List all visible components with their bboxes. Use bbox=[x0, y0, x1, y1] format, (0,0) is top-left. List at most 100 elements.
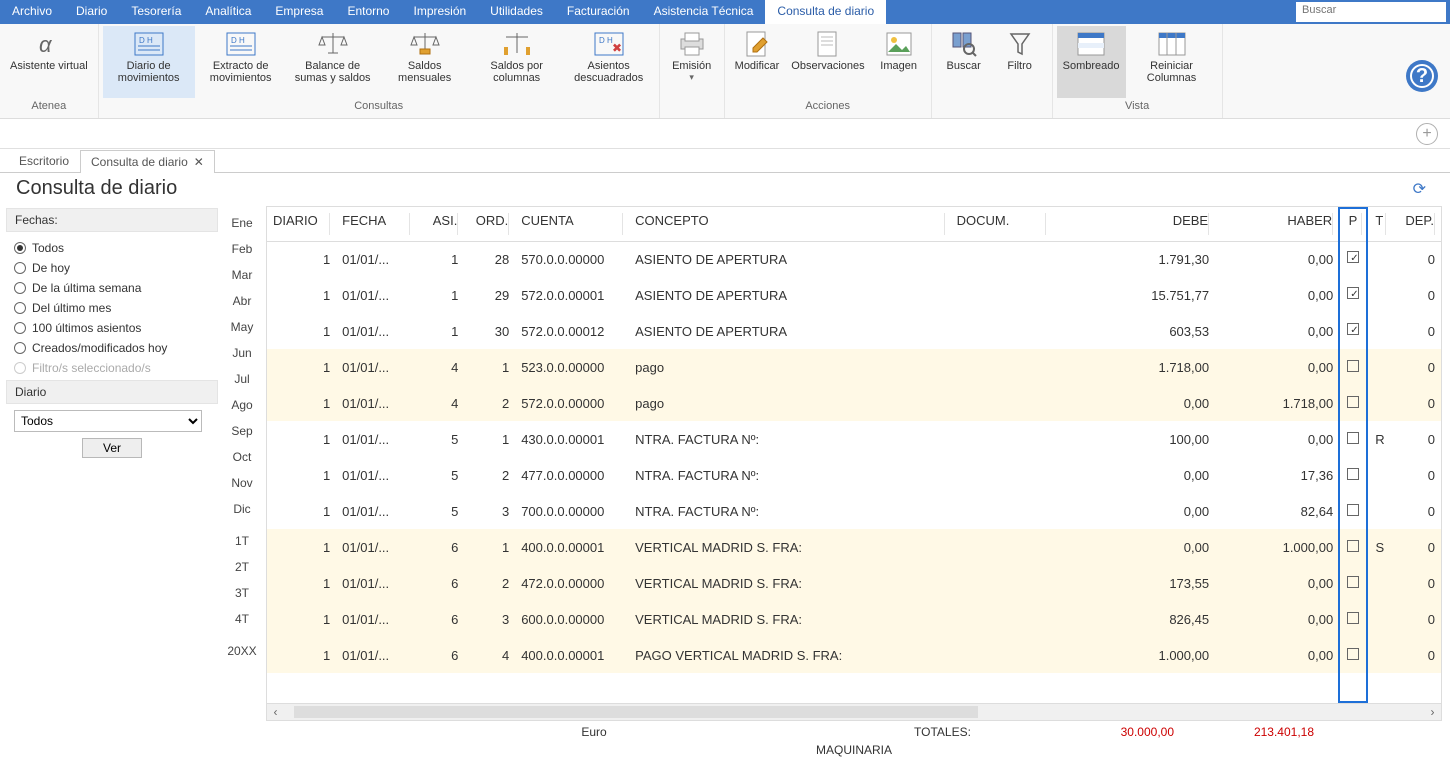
scroll-left-arrow[interactable]: ‹ bbox=[267, 705, 284, 719]
table-row[interactable]: 101/01/...51430.0.0.00001NTRA. FACTURA N… bbox=[267, 421, 1441, 457]
month-dic[interactable]: Dic bbox=[218, 496, 266, 522]
radio-100-ltimos-asientos[interactable]: 100 últimos asientos bbox=[10, 318, 214, 338]
table-row[interactable]: 101/01/...64400.0.0.00001PAGO VERTICAL M… bbox=[267, 637, 1441, 673]
table-row[interactable]: 101/01/...62472.0.0.00000VERTICAL MADRID… bbox=[267, 565, 1441, 601]
col-docum-[interactable]: DOCUM. bbox=[951, 207, 1053, 241]
table-row[interactable]: 101/01/...129572.0.0.00001ASIENTO DE APE… bbox=[267, 277, 1441, 313]
month-may[interactable]: May bbox=[218, 314, 266, 340]
p-checkbox[interactable] bbox=[1347, 648, 1359, 660]
ribbon-modificar[interactable]: Modificar bbox=[729, 26, 786, 98]
month-oct[interactable]: Oct bbox=[218, 444, 266, 470]
p-checkbox[interactable] bbox=[1347, 287, 1359, 299]
col-cuenta[interactable]: CUENTA bbox=[515, 207, 629, 241]
col-concepto[interactable]: CONCEPTO bbox=[629, 207, 950, 241]
radio-de-hoy[interactable]: De hoy bbox=[10, 258, 214, 278]
global-search-input[interactable] bbox=[1296, 2, 1446, 18]
menu-item-asistencia-t-cnica[interactable]: Asistencia Técnica bbox=[642, 0, 766, 24]
help-button[interactable]: ? bbox=[1406, 60, 1438, 92]
p-checkbox[interactable] bbox=[1347, 504, 1359, 516]
p-checkbox[interactable] bbox=[1347, 396, 1359, 408]
table-row[interactable]: 101/01/...42572.0.0.00000pago0,001.718,0… bbox=[267, 385, 1441, 421]
menu-item-archivo[interactable]: Archivo bbox=[0, 0, 64, 24]
diario-select[interactable]: Todos bbox=[14, 410, 202, 432]
ver-button[interactable]: Ver bbox=[82, 438, 142, 458]
col-asi-[interactable]: ASI. bbox=[416, 207, 465, 241]
menu-item-consulta-de-diario[interactable]: Consulta de diario bbox=[765, 0, 886, 24]
radio-todos[interactable]: Todos bbox=[10, 238, 214, 258]
month-ago[interactable]: Ago bbox=[218, 392, 266, 418]
col-ord-[interactable]: ORD. bbox=[464, 207, 515, 241]
ribbon-emision[interactable]: Emisión▾ bbox=[664, 26, 720, 98]
col-fecha[interactable]: FECHA bbox=[336, 207, 415, 241]
p-checkbox[interactable] bbox=[1347, 432, 1359, 444]
month-jul[interactable]: Jul bbox=[218, 366, 266, 392]
menu-item-entorno[interactable]: Entorno bbox=[335, 0, 401, 24]
month-sep[interactable]: Sep bbox=[218, 418, 266, 444]
ribbon-ribbon-buscar[interactable]: Buscar bbox=[936, 26, 992, 98]
table-row[interactable]: 101/01/...41523.0.0.00000pago1.718,000,0… bbox=[267, 349, 1441, 385]
col-dep-[interactable]: DEP. bbox=[1392, 207, 1441, 241]
ribbon-observaciones[interactable]: Observaciones bbox=[785, 26, 870, 98]
add-tab-button[interactable]: + bbox=[1416, 123, 1438, 145]
menu-item-impresi-n[interactable]: Impresión bbox=[401, 0, 478, 24]
table-row[interactable]: 101/01/...53700.0.0.00000NTRA. FACTURA N… bbox=[267, 493, 1441, 529]
ribbon-reiniciar[interactable]: Reiniciar Columnas bbox=[1126, 26, 1218, 98]
tab-escritorio[interactable]: Escritorio bbox=[8, 149, 80, 172]
p-checkbox[interactable] bbox=[1347, 540, 1359, 552]
p-checkbox[interactable] bbox=[1347, 360, 1359, 372]
table-row[interactable]: 101/01/...63600.0.0.00000VERTICAL MADRID… bbox=[267, 601, 1441, 637]
col-haber[interactable]: HABER bbox=[1215, 207, 1339, 241]
col-debe[interactable]: DEBE bbox=[1052, 207, 1215, 241]
p-checkbox[interactable] bbox=[1347, 468, 1359, 480]
menu-item-facturaci-n[interactable]: Facturación bbox=[555, 0, 642, 24]
table-row[interactable]: 101/01/...52477.0.0.00000NTRA. FACTURA N… bbox=[267, 457, 1441, 493]
menu-item-tesorer-a[interactable]: Tesorería bbox=[119, 0, 193, 24]
ribbon-label: Observaciones bbox=[791, 60, 864, 72]
ribbon-saldos-col[interactable]: Saldos por columnas bbox=[471, 26, 563, 98]
month-ene[interactable]: Ene bbox=[218, 210, 266, 236]
ribbon-diario-mov[interactable]: D HDiario de movimientos bbox=[103, 26, 195, 98]
p-checkbox[interactable] bbox=[1347, 612, 1359, 624]
radio-creados-modificados-hoy[interactable]: Creados/modificados hoy bbox=[10, 338, 214, 358]
scroll-right-arrow[interactable]: › bbox=[1424, 705, 1441, 719]
month-4t[interactable]: 4T bbox=[218, 606, 266, 632]
table-row[interactable]: 101/01/...128570.0.0.00000ASIENTO DE APE… bbox=[267, 241, 1441, 277]
menu-item-diario[interactable]: Diario bbox=[64, 0, 119, 24]
p-checkbox[interactable] bbox=[1347, 251, 1359, 263]
radio-de-la-ltima-semana[interactable]: De la última semana bbox=[10, 278, 214, 298]
p-checkbox[interactable] bbox=[1347, 323, 1359, 335]
month-abr[interactable]: Abr bbox=[218, 288, 266, 314]
col-p[interactable]: P bbox=[1339, 207, 1367, 241]
col-t[interactable]: T bbox=[1368, 207, 1392, 241]
month-3t[interactable]: 3T bbox=[218, 580, 266, 606]
month-1t[interactable]: 1T bbox=[218, 528, 266, 554]
menu-item-anal-tica[interactable]: Analítica bbox=[193, 0, 263, 24]
ribbon-imagen[interactable]: Imagen bbox=[871, 26, 927, 98]
cell: 400.0.0.00001 bbox=[515, 529, 629, 565]
radio-del-ltimo-mes[interactable]: Del último mes bbox=[10, 298, 214, 318]
col-diario[interactable]: DIARIO bbox=[267, 207, 336, 241]
menu-item-empresa[interactable]: Empresa bbox=[263, 0, 335, 24]
month-mar[interactable]: Mar bbox=[218, 262, 266, 288]
horizontal-scrollbar[interactable]: ‹ › bbox=[267, 703, 1441, 720]
menu-item-utilidades[interactable]: Utilidades bbox=[478, 0, 555, 24]
ribbon-saldos-mens[interactable]: Saldos mensuales bbox=[379, 26, 471, 98]
cell: 572.0.0.00000 bbox=[515, 385, 629, 421]
ribbon-asistente[interactable]: αAsistente virtual bbox=[4, 26, 94, 98]
p-checkbox[interactable] bbox=[1347, 576, 1359, 588]
month-nov[interactable]: Nov bbox=[218, 470, 266, 496]
refresh-icon[interactable]: ⟳ bbox=[1413, 179, 1434, 199]
tab-consulta-de-diario[interactable]: Consulta de diario✕ bbox=[80, 150, 215, 173]
ribbon-asientos-desc[interactable]: D H✖Asientos descuadrados bbox=[563, 26, 655, 98]
month-2t[interactable]: 2T bbox=[218, 554, 266, 580]
ribbon-extracto[interactable]: D HExtracto de movimientos bbox=[195, 26, 287, 98]
ribbon-filtro[interactable]: Filtro bbox=[992, 26, 1048, 98]
month-feb[interactable]: Feb bbox=[218, 236, 266, 262]
ribbon-sombreado[interactable]: Sombreado bbox=[1057, 26, 1126, 98]
close-tab-icon[interactable]: ✕ bbox=[194, 155, 204, 169]
month-20xx[interactable]: 20XX bbox=[218, 638, 266, 664]
ribbon-balance[interactable]: Balance de sumas y saldos bbox=[287, 26, 379, 98]
month-jun[interactable]: Jun bbox=[218, 340, 266, 366]
table-row[interactable]: 101/01/...130572.0.0.00012ASIENTO DE APE… bbox=[267, 313, 1441, 349]
table-row[interactable]: 101/01/...61400.0.0.00001VERTICAL MADRID… bbox=[267, 529, 1441, 565]
